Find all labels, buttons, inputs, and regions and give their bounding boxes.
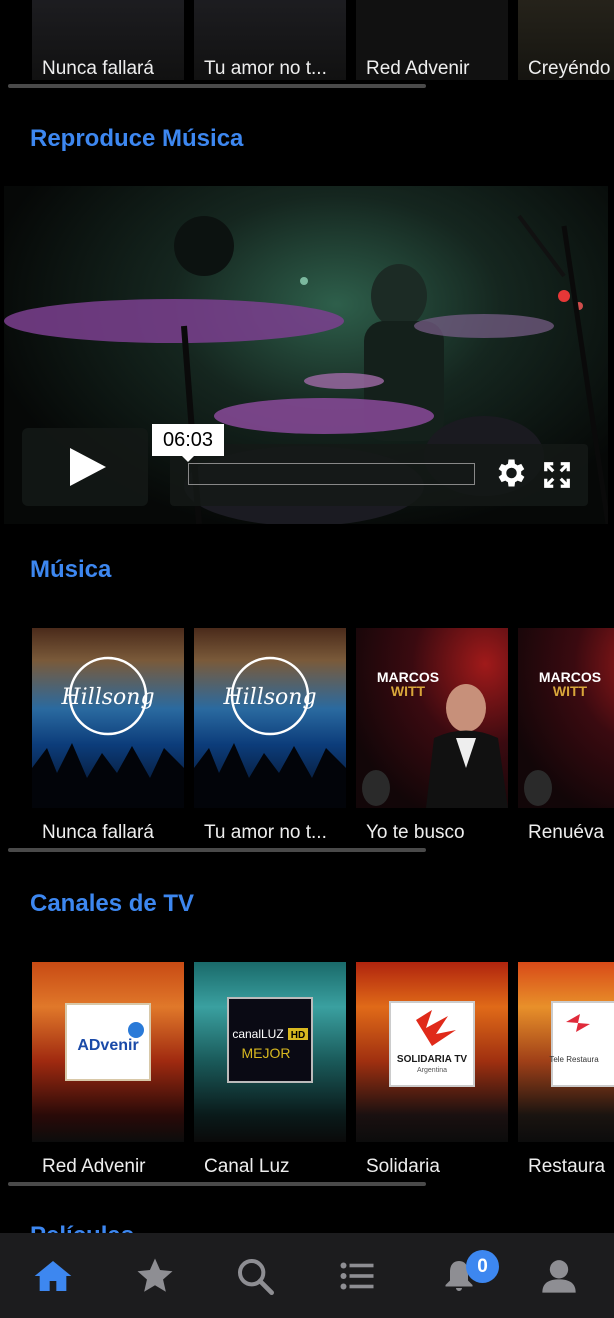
channel-logo: canalLUZ [232,1027,283,1041]
user-icon [542,1259,576,1293]
svg-text:HD: HD [291,1030,305,1041]
channel-logo: Tele Restaura [549,1055,599,1064]
channel-logo: ADvenir [77,1037,138,1054]
section-title-music: Música [30,556,112,583]
tv-card-caption: Red Advenir [42,1156,146,1177]
star-icon [137,1258,173,1292]
gear-icon[interactable] [492,455,528,491]
svg-text:Argentina: Argentina [417,1067,447,1074]
play-icon [70,448,106,486]
hillsong-logo: Hillsong [222,685,316,710]
music-card-caption: Nunca fallará [42,822,154,843]
music-card-caption: Tu amor no t... [204,822,327,843]
thumbnail: ADvenir [32,962,184,1142]
section-title-tv: Canales de TV [30,890,195,917]
tv-card-caption: Solidaria [366,1156,440,1177]
tv-row: ADvenir Red Advenir canalLUZ HD MEJOR Ca… [0,962,614,1184]
play-button[interactable] [22,428,148,506]
thumbnail: MARCOS WITT [356,628,508,808]
home-icon [34,1260,72,1291]
tv-row-scrollbar[interactable] [8,1182,426,1186]
thumbnail: SOLIDARIA TV Argentina [356,962,508,1142]
music-card-caption: Yo te busco [366,822,465,843]
section-title-player: Reproduce Música [30,125,244,152]
music-row: Hillsong Nunca fallará Hillsong Tu amor … [0,628,614,850]
top-card-caption: Red Advenir [366,58,470,79]
top-card-caption: Nunca fallará [42,58,154,79]
hillsong-logo: Hillsong [60,685,154,710]
search-icon [238,1258,274,1295]
svg-text:MEJOR: MEJOR [242,1045,291,1061]
tv-card-caption: Canal Luz [204,1156,290,1177]
top-row-scrollbar[interactable] [8,84,426,88]
thumbnail: MARCOS WITT [518,628,614,808]
seek-bar[interactable] [188,463,475,485]
thumbnail: Hillsong [194,628,346,808]
fullscreen-icon[interactable] [542,460,572,490]
thumbnail: canalLUZ HD MEJOR [194,962,346,1142]
top-row: Nunca fallará Tu amor no t... Red Adveni… [0,0,614,90]
svg-text:WITT: WITT [553,683,588,699]
list-icon [340,1262,374,1289]
top-card-caption: Creyéndo [528,58,611,79]
nav-list[interactable] [306,1233,408,1318]
thumbnail: Tele Restaura [518,962,614,1142]
nav-home[interactable] [2,1233,104,1318]
svg-text:WITT: WITT [391,683,426,699]
bottom-nav [0,1233,614,1318]
top-card-caption: Tu amor no t... [204,58,327,79]
nav-search[interactable] [204,1233,306,1318]
music-row-scrollbar[interactable] [8,848,426,852]
nav-profile[interactable] [508,1233,610,1318]
channel-logo: SOLIDARIA TV [397,1054,468,1065]
music-card-caption: Renuéva [528,822,605,843]
notification-badge: 0 [466,1250,499,1283]
tv-card-caption: Restaura [528,1156,606,1177]
nav-favorites[interactable] [104,1233,206,1318]
thumbnail: Hillsong [32,628,184,808]
time-tooltip: 06:03 [152,424,224,462]
